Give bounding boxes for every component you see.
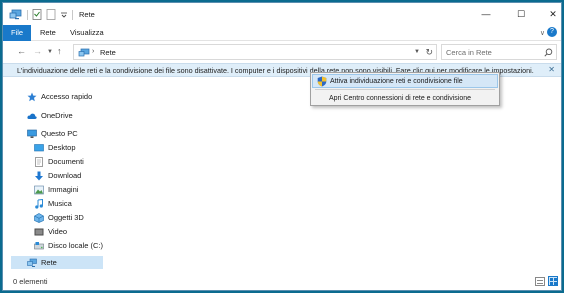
menu-item-label: Attiva individuazione reti e condivision… — [330, 77, 463, 85]
sidebar-item-label: Documenti — [48, 157, 84, 166]
sidebar-item-label: Video — [48, 227, 68, 236]
large-icons-view-icon[interactable] — [548, 276, 558, 286]
cube-icon — [34, 212, 44, 223]
star-icon — [27, 92, 37, 101]
breadcrumb-chevron-icon[interactable]: › — [92, 48, 94, 55]
chevron-down-icon[interactable] — [60, 11, 68, 19]
search-box — [441, 44, 557, 60]
network-icon — [78, 48, 90, 57]
network-icon — [27, 258, 37, 267]
sidebar-item-desktop[interactable]: Desktop — [34, 141, 76, 154]
explorer-window: Rete — ☐ ✕ File Rete Visualizza ∨ ? ← → … — [2, 2, 562, 291]
item-count: 0 elementi — [13, 277, 48, 286]
new-folder-icon[interactable] — [46, 9, 56, 20]
menu-item-open-network-center[interactable]: Apri Centro connessioni di rete e condiv… — [312, 91, 498, 105]
expand-ribbon-icon[interactable]: ∨ — [540, 29, 545, 37]
status-bar: 0 elementi — [3, 273, 561, 290]
sidebar-item-download[interactable]: Download — [34, 169, 81, 182]
menu-item-label: Apri Centro connessioni di rete e condiv… — [329, 94, 472, 102]
minimize-icon: — — [481, 9, 491, 19]
breadcrumb[interactable]: Rete — [100, 48, 116, 57]
back-arrow-icon[interactable]: ← — [17, 46, 26, 56]
close-icon[interactable]: ✕ — [548, 65, 555, 74]
close-button[interactable]: ✕ — [538, 3, 561, 25]
download-icon — [35, 171, 43, 180]
tab-visualizza[interactable]: Visualizza — [63, 25, 111, 41]
quick-access-toolbar — [9, 9, 73, 20]
minimize-button[interactable]: — — [471, 3, 501, 25]
navigation-pane: Accesso rapido OneDrive Questo PC Deskto… — [3, 77, 107, 273]
sidebar-item-label: Desktop — [48, 143, 76, 152]
desktop-folder-icon — [34, 143, 44, 151]
sidebar-item-label: Questo PC — [41, 129, 78, 138]
tab-rete[interactable]: Rete — [33, 25, 63, 41]
search-input[interactable] — [446, 47, 542, 58]
title-bar: Rete — ☐ ✕ — [3, 3, 561, 25]
cloud-icon — [27, 113, 37, 119]
sidebar-item-immagini[interactable]: Immagini — [34, 183, 78, 196]
refresh-icon[interactable]: ↻ — [425, 47, 433, 58]
chevron-down-icon[interactable]: ▼ — [414, 49, 420, 55]
menu-item-enable-network-discovery[interactable]: Attiva individuazione reti e condivision… — [312, 74, 498, 88]
sidebar-item-label: Rete — [41, 258, 57, 267]
sidebar-item-documenti[interactable]: Documenti — [34, 155, 84, 168]
maximize-icon: ☐ — [516, 8, 526, 19]
maximize-button[interactable]: ☐ — [506, 3, 536, 25]
pictures-icon — [34, 185, 44, 194]
menu-separator — [315, 89, 495, 90]
sidebar-item-label: Accesso rapido — [41, 92, 93, 101]
properties-icon[interactable] — [32, 9, 42, 20]
window-title: Rete — [79, 10, 95, 19]
toolbar-separator — [27, 9, 28, 20]
video-icon — [34, 228, 44, 235]
sidebar-item-questo-pc[interactable]: Questo PC — [27, 127, 78, 140]
close-icon: ✕ — [549, 8, 557, 19]
recent-locations-icon[interactable]: ▼ — [47, 49, 53, 55]
tab-file[interactable]: File — [3, 25, 31, 41]
sidebar-item-label: Oggetti 3D — [48, 213, 84, 222]
sidebar-item-musica[interactable]: Musica — [34, 197, 72, 210]
sidebar-item-oggetti-3d[interactable]: Oggetti 3D — [34, 211, 84, 224]
sidebar-item-disco-locale[interactable]: Disco locale (C:) — [34, 239, 103, 252]
music-icon — [35, 198, 43, 209]
computer-icon — [27, 129, 37, 138]
sidebar-item-label: OneDrive — [41, 111, 73, 120]
sidebar-item-onedrive[interactable]: OneDrive — [27, 109, 73, 122]
shield-icon — [317, 76, 327, 87]
sidebar-item-label: Musica — [48, 199, 72, 208]
context-menu: Attiva individuazione reti e condivision… — [310, 72, 500, 106]
navigation-bar: ← → ▼ ↑ › Rete ▼ ↻ — [3, 41, 561, 63]
address-bar[interactable]: › Rete ▼ ↻ — [73, 44, 437, 60]
drive-icon — [34, 241, 44, 249]
toolbar-separator — [72, 9, 73, 20]
up-arrow-icon[interactable]: ↑ — [57, 46, 62, 56]
sidebar-item-label: Download — [48, 171, 82, 180]
forward-arrow-icon[interactable]: → — [33, 46, 42, 56]
sidebar-item-rete[interactable]: Rete — [11, 256, 103, 269]
help-icon[interactable]: ? — [547, 27, 557, 37]
ribbon-tabs: File Rete Visualizza ∨ ? — [3, 25, 561, 41]
details-view-icon[interactable] — [535, 277, 545, 286]
sidebar-item-video[interactable]: Video — [34, 225, 67, 238]
network-icon[interactable] — [9, 9, 23, 20]
sidebar-item-accesso-rapido[interactable]: Accesso rapido — [27, 90, 92, 103]
search-icon[interactable] — [544, 48, 553, 57]
sidebar-item-label: Disco locale (C:) — [48, 241, 104, 250]
documents-icon — [35, 156, 43, 167]
sidebar-item-label: Immagini — [48, 185, 79, 194]
file-list-area[interactable] — [107, 77, 561, 273]
